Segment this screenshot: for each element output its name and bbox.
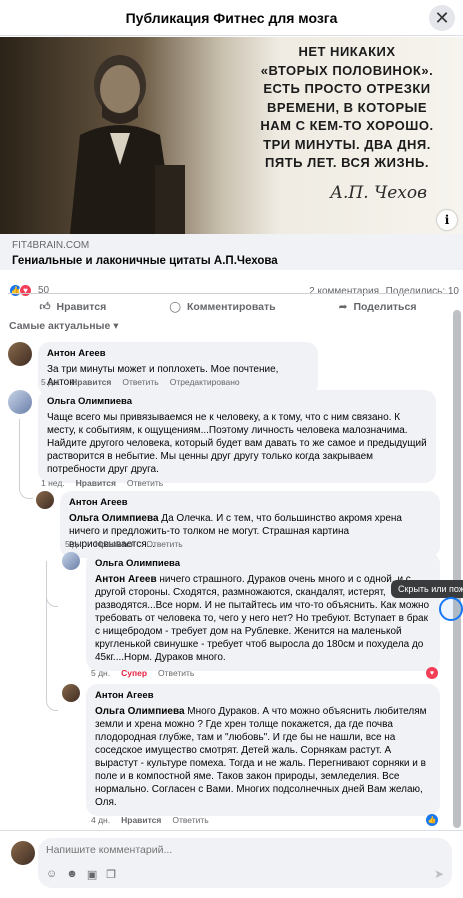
thumbs-up-icon: 👍︎ [39,301,51,313]
comment-input[interactable] [46,844,406,856]
comment: Антон Агеев За три минуты может и поплох… [8,342,318,396]
mention-link[interactable]: Ольга Олимпиева [69,513,159,524]
quote-line: ПЯТЬ ЛЕТ. ВСЯ ЖИЗНЬ. [265,155,429,170]
comment-reply-link[interactable]: Ответить [146,539,182,549]
comment-label: Комментировать [187,300,276,313]
emoji-icon[interactable]: ☻ [66,868,78,881]
speech-bubble-icon: ◯ [169,300,182,313]
options-button[interactable] [439,597,463,621]
mention-link[interactable]: Антон Агеев [95,574,157,585]
scrollbar[interactable] [453,310,461,828]
comment-time[interactable]: 1 нед. [41,478,65,488]
comment-meta: 5 дн. Нравится Ответить Отредактировано [41,377,240,387]
comment-composer: ☺ ☻ ▣ ❐ ➤ [0,830,463,898]
comment-text: Чаще всего мы привязываемся не к человек… [47,412,427,475]
comment-meta: 1 нед. Нравится Ответить [41,478,163,488]
post-actions: 👍︎ Нравится ◯ Комментировать ➦ Поделитьс… [8,293,448,315]
comment-author[interactable]: Антон Агеев [47,347,309,360]
comment-reply: Ольга Олимпиева Антон Агеев ничего страш… [62,552,440,671]
comment-button[interactable]: ◯ Комментировать [169,301,275,313]
link-domain: FIT4BRAIN.COM [12,240,90,251]
quote-line: НАМ С КЕМ-ТО ХОРОШО. [260,118,434,133]
quote-line: ЕСТЬ ПРОСТО ОТРЕЗКИ [263,81,431,96]
comment-meta: 5 дн. Нравится Ответить [65,539,183,549]
comment-time[interactable]: 5 дн. [41,377,60,387]
comment-bubble: Ольга Олимпиева Антон Агеев ничего страш… [86,552,440,671]
sort-label: Самые актуальные [9,320,111,332]
heart-reaction-icon[interactable]: ♥ [426,667,438,679]
portrait-illustration [70,55,185,234]
comment-body: Много Дураков. А что можно объяснить люб… [95,706,427,808]
send-icon[interactable]: ➤ [434,867,444,881]
comment-time[interactable]: 4 дн. [91,815,110,825]
tooltip: Скрыть или пож [391,580,463,598]
dialog-header: Публикация Фитнес для мозга ✕ [0,0,463,36]
link-preview[interactable]: FIT4BRAIN.COM Гениальные и лаконичные ци… [0,234,463,270]
avatar-sticker-icon[interactable]: ☺ [46,868,57,881]
comment-reply-link[interactable]: Ответить [172,815,208,825]
comment-sort-dropdown[interactable]: Самые актуальные ▾ [9,320,119,332]
comment-bubble: Антон Агеев Ольга Олимпиева Много Дурако… [86,684,440,816]
comment-text: Антон Агеев ничего страшного. Дураков оч… [95,573,431,664]
composer-tools: ☺ ☻ ▣ ❐ [46,868,116,881]
avatar[interactable] [62,684,80,702]
comment-like-link[interactable]: Нравится [71,377,111,387]
comment-input-box[interactable]: ☺ ☻ ▣ ❐ ➤ [38,838,452,888]
share-button[interactable]: ➦ Поделиться [339,301,417,313]
link-title[interactable]: Гениальные и лаконичные цитаты А.П.Чехов… [12,255,451,267]
comment-meta: 5 дн. Супер Ответить [91,668,194,678]
comment-like-link[interactable]: Нравится [76,478,116,488]
avatar[interactable] [62,552,80,570]
avatar[interactable] [8,390,32,414]
quote-line: «ВТОРЫХ ПОЛОВИНОК». [260,62,434,78]
quote-line: ВРЕМЕНИ, В КОТОРЫЕ [266,99,428,115]
avatar[interactable] [8,342,32,366]
comment-like-link[interactable]: Нравится [95,539,135,549]
comment-super-link[interactable]: Супер [121,668,147,678]
comment: Ольга Олимпиева Чаще всего мы привязывае… [8,390,440,483]
share-arrow-icon: ➦ [338,300,348,313]
comment-reply-link[interactable]: Ответить [127,478,163,488]
comment-author[interactable]: Ольга Олимпиева [95,557,431,570]
quote-line: ТРИ МИНУТЫ. ДВА ДНЯ. [263,136,431,152]
like-label: Нравится [56,300,107,313]
comment-body: ничего страшного. Дураков очень много и … [95,574,430,663]
gif-icon[interactable]: ▣ [87,868,97,881]
comment-bubble: Антон Агеев За три минуты может и поплох… [38,342,318,396]
avatar[interactable] [36,491,54,509]
like-button[interactable]: 👍︎ Нравится [39,300,107,314]
comment-like-link[interactable]: Нравится [121,815,161,825]
caret-down-icon: ▾ [113,320,119,332]
user-avatar[interactable] [11,841,35,865]
comment-meta: 4 дн. Нравится Ответить [91,815,209,825]
comment-author[interactable]: Ольга Олимпиева [47,395,427,408]
mention-link[interactable]: Ольга Олимпиева [95,706,185,717]
comment-edited-label: Отредактировано [169,377,240,387]
dialog-title: Публикация Фитнес для мозга [125,9,338,26]
comment-time[interactable]: 5 дн. [65,539,84,549]
comment-time[interactable]: 5 дн. [91,668,110,678]
comment-reply-link[interactable]: Ответить [122,377,158,387]
thread-line [19,419,33,499]
post-image[interactable]: НЕТ НИКАКИХ «ВТОРЫХ ПОЛОВИНОК». ЕСТЬ ПРО… [0,37,463,234]
comment-author[interactable]: Антон Агеев [69,496,431,509]
image-signature: А.П. Чехов [330,183,427,203]
share-label: Поделиться [353,300,417,313]
quote-line: НЕТ НИКАКИХ [298,44,396,59]
like-reaction-icon[interactable]: 👍 [426,814,438,826]
comment-author[interactable]: Антон Агеев [95,689,431,702]
thread-line [46,597,58,711]
sticker-icon[interactable]: ❐ [106,868,116,881]
comment-text: Ольга Олимпиева Много Дураков. А что мож… [95,705,431,809]
comment-reply: Антон Агеев Ольга Олимпиева Много Дурако… [62,684,440,816]
post-scroll-area[interactable]: НЕТ НИКАКИХ «ВТОРЫХ ПОЛОВИНОК». ЕСТЬ ПРО… [0,37,463,830]
image-quote: НЕТ НИКАКИХ «ВТОРЫХ ПОЛОВИНОК». ЕСТЬ ПРО… [247,43,447,173]
close-icon[interactable]: ✕ [429,5,455,31]
info-icon[interactable]: i [437,210,457,230]
comment-bubble: Ольга Олимпиева Чаще всего мы привязывае… [38,390,436,483]
comment-reply-link[interactable]: Ответить [158,668,194,678]
